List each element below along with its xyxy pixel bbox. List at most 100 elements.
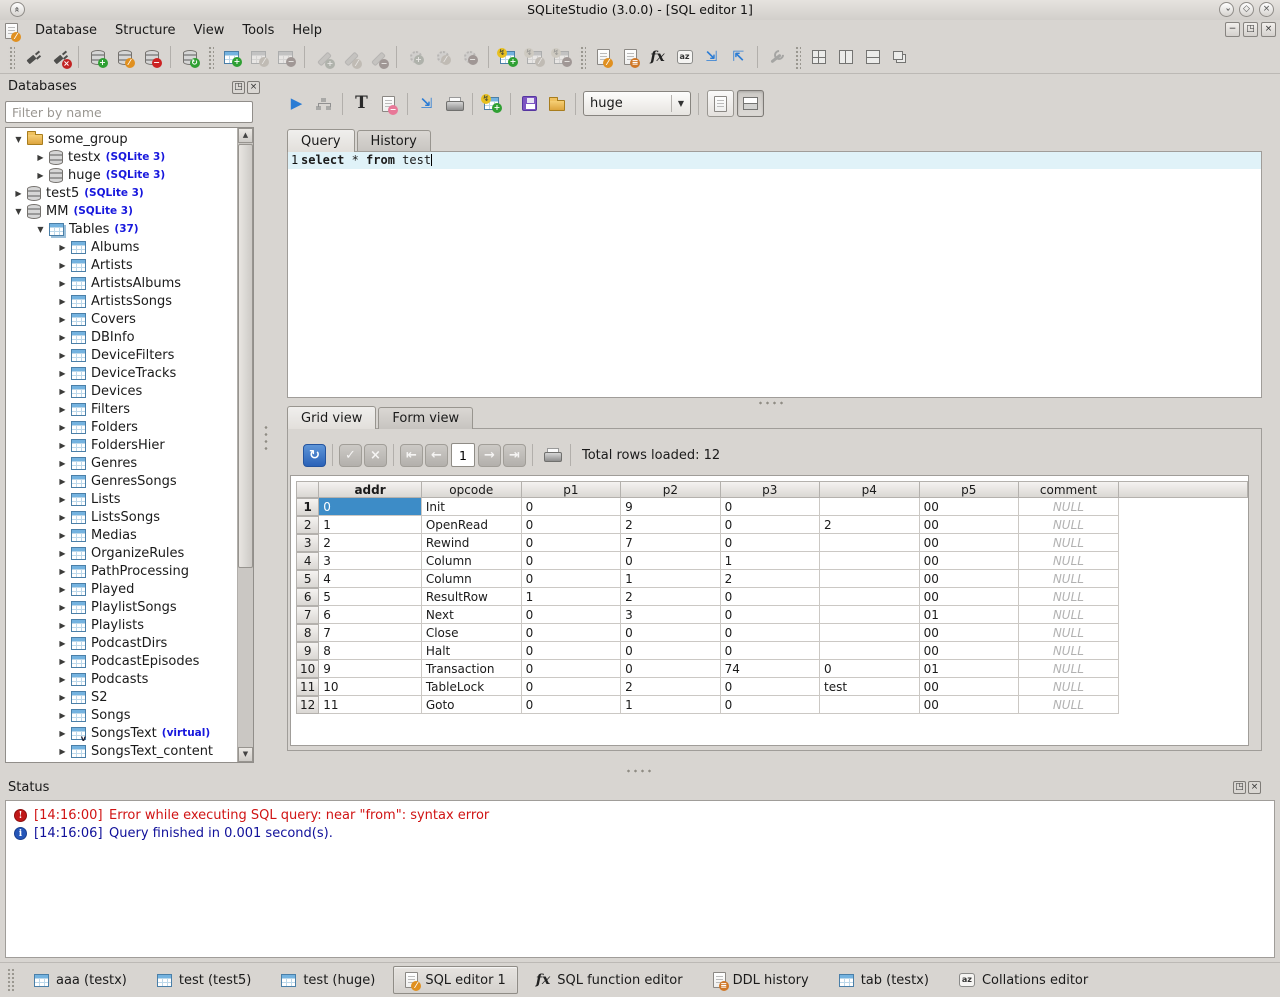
grid-cell[interactable]: NULL (1019, 588, 1119, 606)
taskbar-button-collations-editor[interactable]: Collations editor (947, 966, 1100, 994)
toolbar-handle[interactable] (8, 45, 15, 69)
database-selector-combo[interactable]: huge ▼ (583, 91, 691, 116)
expand-arrow-icon[interactable]: ▶ (56, 639, 69, 648)
results-below-button[interactable] (737, 90, 764, 117)
tree-item-ArtistsAlbums[interactable]: ▶ ArtistsAlbums (6, 274, 237, 292)
sidebar-splitter[interactable] (263, 424, 269, 452)
collapse-arrow-icon[interactable]: ▼ (12, 135, 25, 144)
grid-cell[interactable]: 0 (521, 516, 622, 534)
tree-scrollbar[interactable]: ▲ ▼ (237, 128, 253, 762)
column-header-p5[interactable]: p5 (919, 481, 1020, 498)
grid-cell[interactable]: 2 (621, 516, 721, 534)
taskbar-button-sql-editor-1[interactable]: ⁄ SQL editor 1 (393, 966, 518, 994)
grid-cell[interactable]: NULL (1019, 696, 1119, 714)
mdi-grid-button[interactable] (805, 44, 832, 71)
databases-panel-close-button[interactable]: × (247, 81, 260, 94)
edit-database-button[interactable]: ⁄ (111, 44, 138, 71)
sql-editor-area[interactable]: 1 select * from test (287, 151, 1262, 398)
grid-cell[interactable]: Rewind (421, 534, 522, 552)
grid-cell[interactable]: 0 (521, 552, 622, 570)
expand-arrow-icon[interactable]: ▶ (56, 441, 69, 450)
expand-arrow-icon[interactable]: ▶ (56, 621, 69, 630)
menu-tools[interactable]: Tools (233, 20, 283, 41)
scrollbar-thumb[interactable] (238, 144, 253, 568)
grid-cell[interactable] (820, 624, 920, 642)
grid-cell[interactable] (820, 534, 920, 552)
grid-cell[interactable]: 0 (521, 660, 622, 678)
grid-cell[interactable]: 1 (720, 552, 821, 570)
menu-help[interactable]: Help (283, 20, 331, 41)
row-header-9[interactable]: 9 (296, 642, 320, 660)
expand-arrow-icon[interactable]: ▶ (56, 261, 69, 270)
grid-cell[interactable]: NULL (1019, 678, 1119, 696)
grid-cell[interactable]: TableLock (421, 678, 522, 696)
tree-item-DeviceTracks[interactable]: ▶ DeviceTracks (6, 364, 237, 382)
grid-cell[interactable]: NULL (1019, 498, 1119, 516)
export-button[interactable]: ⇱ (725, 44, 752, 71)
grid-cell[interactable]: OpenRead (421, 516, 522, 534)
import-button[interactable]: ⇲ (698, 44, 725, 71)
expand-arrow-icon[interactable]: ▶ (34, 153, 47, 162)
toolbar-handle[interactable] (579, 45, 586, 69)
tree-item-SongsText[interactable]: ▶ SongsText (virtual) (6, 724, 237, 743)
tree-item-Playlists[interactable]: ▶ Playlists (6, 616, 237, 634)
grid-cell[interactable]: 0 (521, 606, 622, 624)
tree-item-FoldersHier[interactable]: ▶ FoldersHier (6, 436, 237, 454)
tree-item-DeviceFilters[interactable]: ▶ DeviceFilters (6, 346, 237, 364)
tab-history[interactable]: History (356, 130, 431, 152)
main-status-splitter[interactable] (625, 768, 655, 774)
tree-item-Filters[interactable]: ▶ Filters (6, 400, 237, 418)
grid-cell[interactable]: 6 (319, 606, 422, 624)
taskbar-button-aaa-testx-[interactable]: aaa (testx) (22, 966, 139, 994)
maximize-window-button[interactable]: ◇ (1239, 2, 1254, 17)
expand-arrow-icon[interactable]: ▶ (56, 243, 69, 252)
expand-arrow-icon[interactable]: ▶ (56, 711, 69, 720)
toolbar-handle[interactable] (207, 45, 214, 69)
grid-cell[interactable]: 0 (720, 606, 821, 624)
grid-cell[interactable]: 4 (319, 570, 422, 588)
grid-cell[interactable]: 0 (521, 534, 622, 552)
grid-cell[interactable]: NULL (1019, 624, 1119, 642)
expand-arrow-icon[interactable]: ▶ (56, 729, 69, 738)
grid-cell[interactable]: 0 (720, 642, 821, 660)
expand-arrow-icon[interactable]: ▶ (56, 297, 69, 306)
scroll-up-button[interactable]: ▲ (238, 128, 253, 143)
grid-cell[interactable]: NULL (1019, 570, 1119, 588)
tree-item-PlaylistSongs[interactable]: ▶ PlaylistSongs (6, 598, 237, 616)
row-header-11[interactable]: 11 (296, 678, 320, 696)
column-header-opcode[interactable]: opcode (421, 481, 522, 498)
expand-arrow-icon[interactable]: ▶ (56, 603, 69, 612)
print-results-button[interactable] (538, 442, 565, 469)
collapse-arrow-icon[interactable]: ▼ (12, 207, 25, 216)
row-header-4[interactable]: 4 (296, 552, 320, 570)
grid-cell[interactable]: 1 (319, 516, 422, 534)
grid-cell[interactable]: 0 (720, 696, 821, 714)
grid-cell[interactable]: Goto (421, 696, 522, 714)
grid-cell[interactable]: 0 (521, 678, 622, 696)
expand-arrow-icon[interactable]: ▶ (56, 513, 69, 522)
expand-arrow-icon[interactable]: ▶ (56, 423, 69, 432)
taskbar-button-test-huge-[interactable]: test (huge) (269, 966, 387, 994)
save-sql-to-file-button[interactable] (516, 90, 543, 117)
tree-item-Lists[interactable]: ▶ Lists (6, 490, 237, 508)
tree-item-Songs[interactable]: ▶ Songs (6, 706, 237, 724)
status-panel-float-button[interactable]: ◳ (1233, 781, 1246, 794)
expand-arrow-icon[interactable]: ▶ (56, 567, 69, 576)
taskbar-button-tab-testx-[interactable]: tab (testx) (827, 966, 941, 994)
grid-cell[interactable]: 10 (319, 678, 422, 696)
column-header-addr[interactable]: addr (319, 481, 422, 498)
page-number-input[interactable] (451, 443, 475, 467)
row-header-7[interactable]: 7 (296, 606, 320, 624)
grid-cell[interactable]: 0 (521, 570, 622, 588)
tab-form-view[interactable]: Form view (378, 407, 474, 429)
grid-cell[interactable]: NULL (1019, 642, 1119, 660)
mdi-minimize-button[interactable]: − (1225, 22, 1240, 37)
grid-cell[interactable]: 0 (621, 624, 721, 642)
expand-arrow-icon[interactable]: ▶ (56, 459, 69, 468)
row-header-10[interactable]: 10 (296, 660, 320, 678)
grid-cell[interactable] (820, 588, 920, 606)
grid-cell[interactable]: 0 (621, 642, 721, 660)
grid-cell[interactable]: Close (421, 624, 522, 642)
editor-results-splitter[interactable] (757, 400, 787, 406)
open-function-editor-button[interactable]: fx (644, 44, 671, 71)
